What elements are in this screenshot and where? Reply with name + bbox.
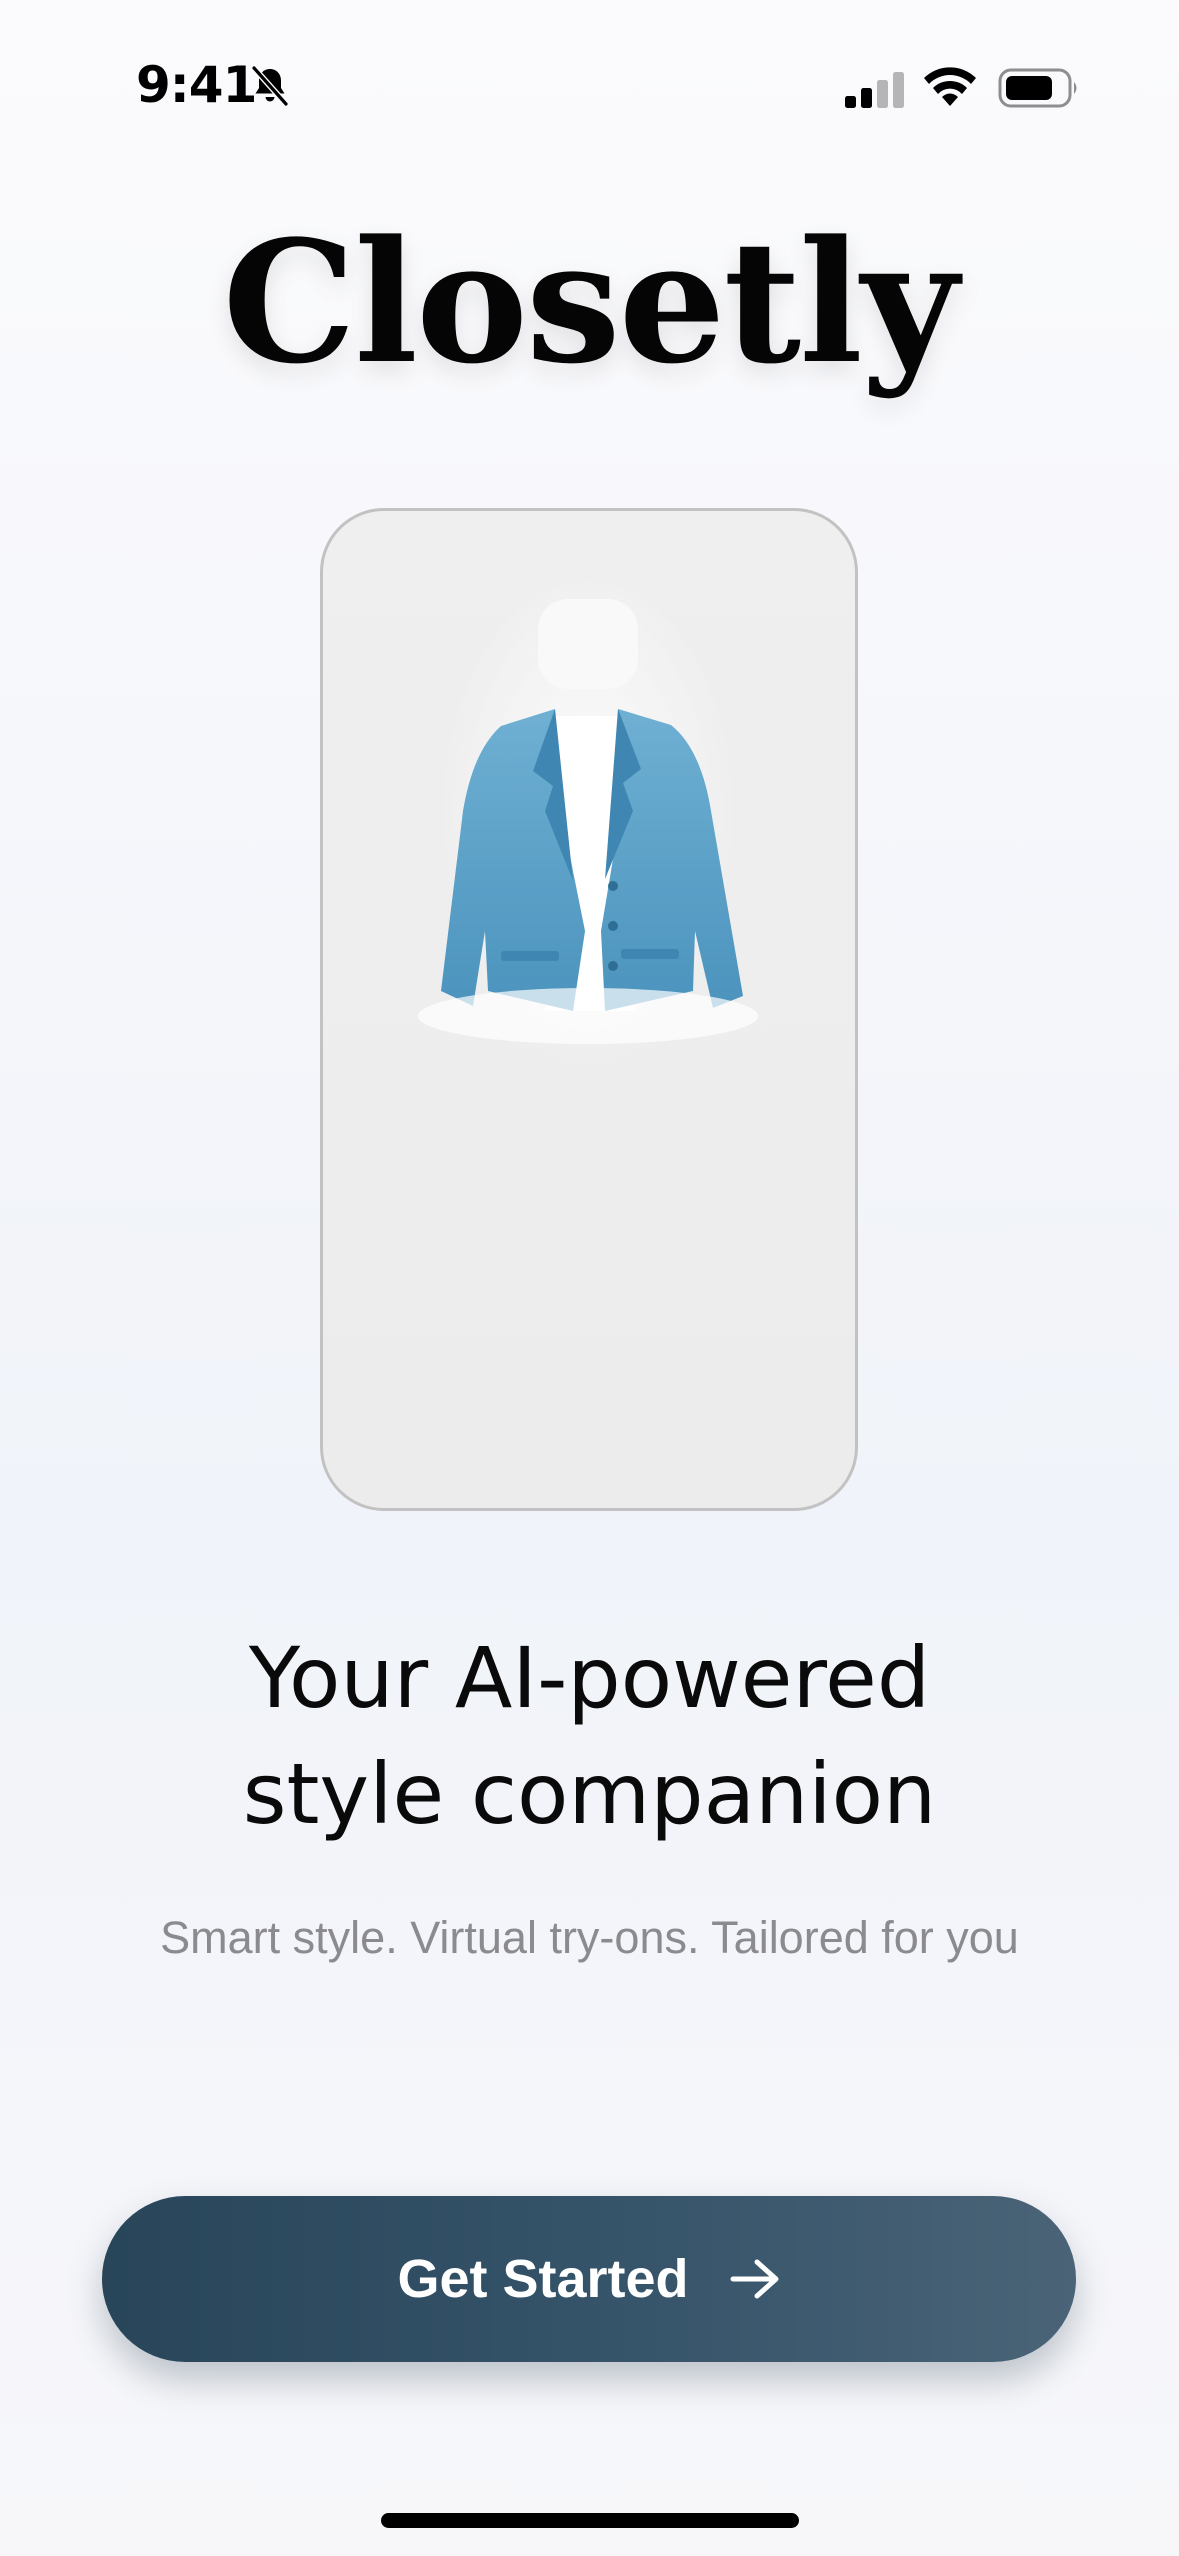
headline: Your AI-powered style companion bbox=[0, 1620, 1179, 1852]
battery-icon bbox=[998, 68, 1077, 108]
get-started-label: Get Started bbox=[397, 2249, 689, 2309]
get-started-button[interactable]: Get Started bbox=[102, 2196, 1076, 2362]
home-indicator[interactable] bbox=[381, 2513, 799, 2528]
status-bar: 9:41 bbox=[0, 0, 1179, 170]
headline-line-2: style companion bbox=[242, 1745, 937, 1843]
cellular-signal-icon bbox=[845, 72, 904, 108]
blue-jacket-icon bbox=[418, 581, 758, 1101]
wifi-icon bbox=[924, 67, 976, 106]
app-title: Closetly bbox=[222, 203, 958, 401]
status-time: 9:41 bbox=[136, 56, 257, 114]
outfit-preview-card bbox=[320, 508, 858, 1511]
headline-line-1: Your AI-powered bbox=[248, 1629, 931, 1727]
bell-slash-icon bbox=[251, 65, 289, 107]
arrow-right-icon bbox=[730, 2259, 779, 2299]
subtitle: Smart style. Virtual try-ons. Tailored f… bbox=[160, 1912, 1019, 1963]
